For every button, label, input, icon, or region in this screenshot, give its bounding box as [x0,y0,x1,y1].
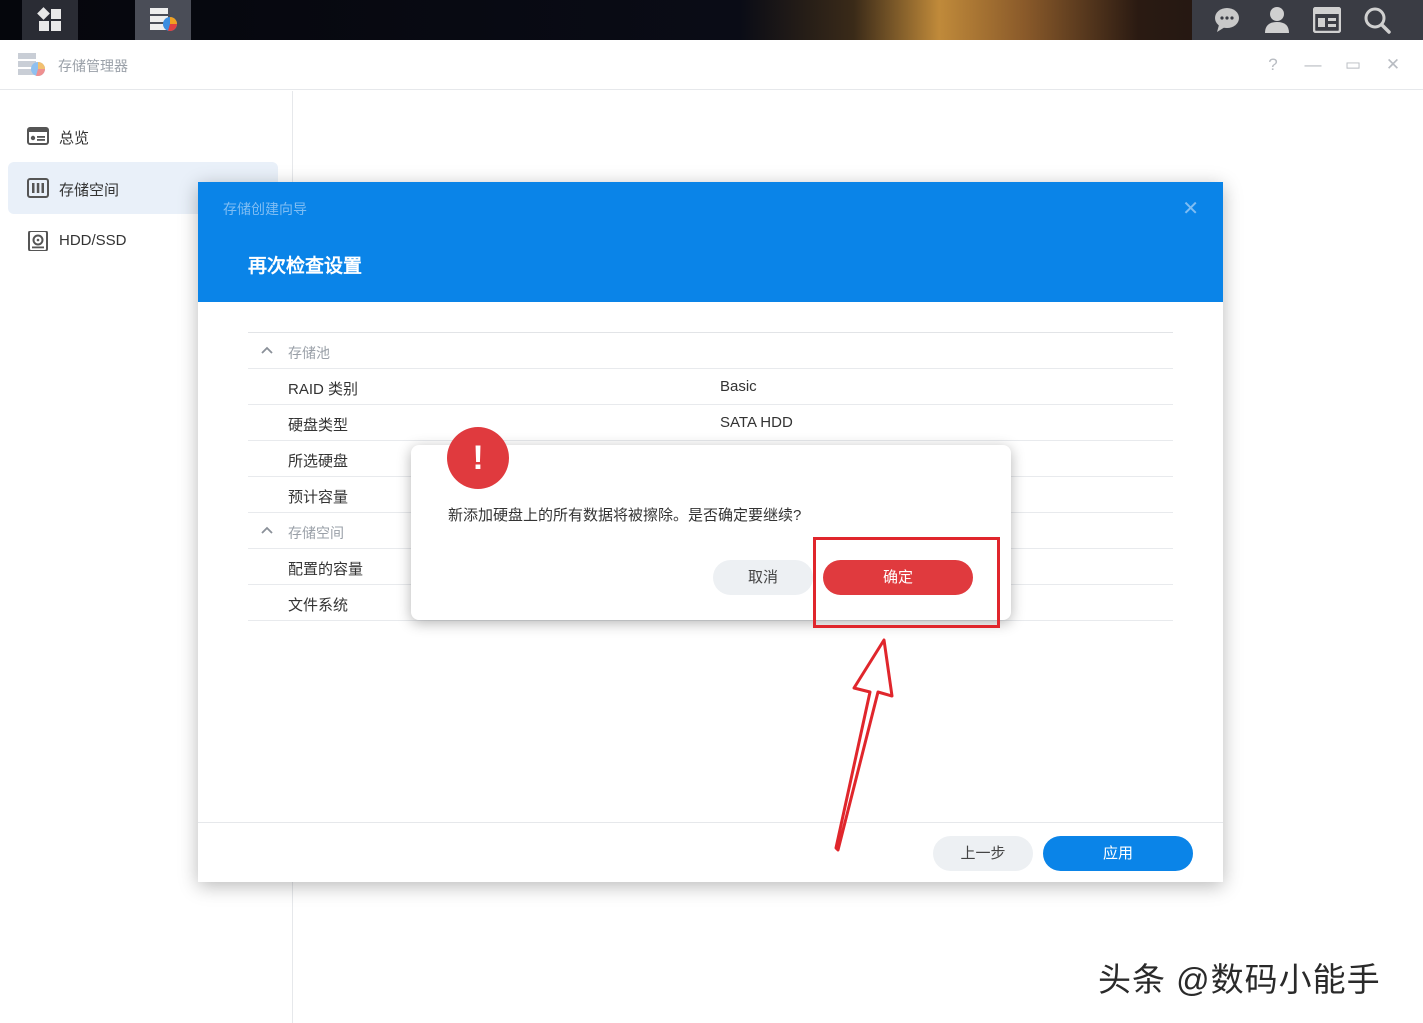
row-value: SATA HDD [720,414,793,431]
previous-step-button[interactable]: 上一步 [933,836,1033,871]
sidebar-item-label: 总览 [59,130,90,147]
warning-icon: ! [447,427,509,489]
section-storage-pool[interactable]: 存储池 [248,333,1173,369]
chevron-up-icon [261,346,273,354]
notifications-button[interactable] [1202,0,1252,40]
user-icon [1265,7,1289,33]
sidebar-item-label: 存储空间 [59,182,120,199]
taskbar-tray [1192,0,1423,40]
section-title: 存储池 [288,345,330,361]
chat-icon [1215,8,1239,32]
wizard-subtitle: 存储创建向导 [223,201,307,217]
row-key: 预计容量 [288,489,349,506]
row-key: RAID 类别 [288,381,359,398]
chevron-up-icon [261,526,273,534]
wizard-close-button[interactable]: ✕ [1182,196,1199,221]
storage-manager-taskbar-button[interactable] [135,0,191,40]
confirm-message: 新添加硬盘上的所有数据将被擦除。是否确定要继续? [448,507,802,524]
wizard-title: 再次检查设置 [248,256,363,277]
storage-manager-app-icon [18,53,45,76]
grid-icon [37,7,61,31]
table-row: 硬盘类型 SATA HDD [248,405,1173,441]
table-row: RAID 类别 Basic [248,369,1173,405]
user-button[interactable] [1252,0,1302,40]
row-key: 文件系统 [288,597,349,614]
row-key: 所选硬盘 [288,453,349,470]
sidebar-item-overview[interactable]: 总览 [8,110,278,162]
minimize-button[interactable]: — [1301,53,1325,77]
restore-button[interactable]: ▭ [1341,53,1365,77]
watermark: 头条 @数码小能手 [1098,961,1381,998]
sidebar-item-label: HDD/SSD [59,232,127,249]
section-title: 存储空间 [288,525,344,541]
disk-icon [28,231,48,251]
main-menu-button[interactable] [22,0,78,40]
storage-icon [27,178,49,198]
cancel-button[interactable]: 取消 [713,560,813,595]
highlight-box [813,537,1000,628]
close-window-button[interactable]: ✕ [1381,53,1405,77]
row-key: 配置的容量 [288,561,364,578]
search-icon [1364,7,1391,34]
wizard-footer: 上一步 应用 [198,822,1223,882]
app-title: 存储管理器 [58,58,128,74]
row-key: 硬盘类型 [288,417,349,434]
wizard-header: 存储创建向导 再次检查设置 ✕ [198,182,1223,302]
search-button[interactable] [1352,0,1402,40]
annotation-arrow-icon [834,638,894,852]
window-titlebar: 存储管理器 ? — ▭ ✕ [0,40,1423,90]
help-button[interactable]: ? [1261,53,1285,77]
row-value: Basic [720,378,757,395]
storage-manager-icon [150,8,177,31]
widget-icon [1313,7,1341,33]
apply-button[interactable]: 应用 [1043,836,1193,871]
overview-icon [27,127,49,145]
widgets-button[interactable] [1302,0,1352,40]
taskbar [0,0,1423,40]
